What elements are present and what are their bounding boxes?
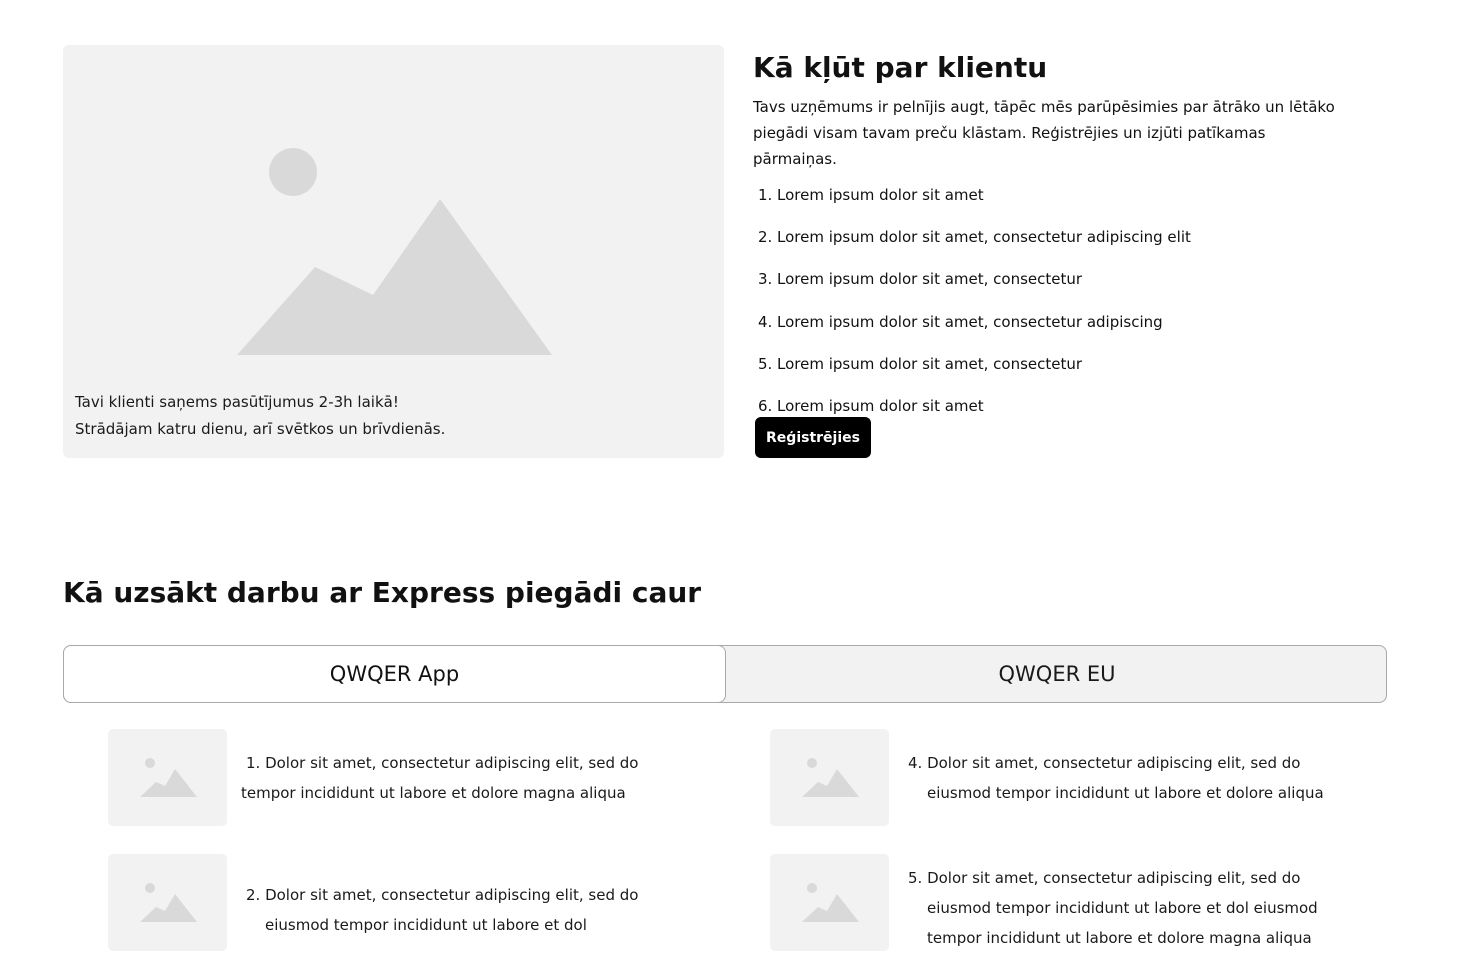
- step-thumbnail-image-icon: [770, 729, 889, 826]
- image-placeholder-icon: [140, 758, 197, 797]
- step-thumbnail-image-icon: [108, 729, 227, 826]
- hero-image-card: Tavi klienti saņems pasūtījumus 2-3h lai…: [63, 45, 724, 458]
- image-placeholder-icon: [802, 883, 859, 922]
- client-steps-list: 1. Lorem ipsum dolor sit amet 2. Lorem ips…: [753, 184, 1393, 437]
- image-placeholder-icon: [140, 883, 197, 922]
- become-client-title: Kā kļūt par klientu: [753, 51, 1048, 84]
- step-text: Lorem ipsum dolor sit amet: [777, 396, 984, 415]
- step-text: Lorem ipsum dolor sit amet: [777, 186, 984, 204]
- become-client-description: Tavs uzņēmums ir pelnījis augt, tāpēc mē…: [753, 98, 1335, 168]
- step-number: 6.: [758, 396, 773, 415]
- list-item: 1. Lorem ipsum dolor sit amet: [753, 184, 1393, 226]
- step-text: Lorem ipsum dolor sit amet, consectetur …: [777, 312, 1163, 331]
- tab-qwqer-eu[interactable]: QWQER EU: [726, 645, 1388, 703]
- tab-qwqer-app[interactable]: QWQER App: [63, 645, 726, 703]
- step-text: Lorem ipsum dolor sit amet, consectetur: [777, 270, 1083, 289]
- register-button[interactable]: Reģistrējies: [755, 417, 871, 458]
- step-number: 5.: [758, 354, 773, 373]
- platform-tabs: QWQER App QWQER EU: [63, 645, 1387, 703]
- step-thumbnail-image-icon: [770, 854, 889, 951]
- list-item: 3. Lorem ipsum dolor sit amet, consectetu…: [753, 268, 1393, 310]
- step-line: 4. Dolor sit amet, consectetur adipiscin…: [908, 754, 1301, 772]
- image-placeholder-icon: [802, 758, 859, 797]
- step-line: 5. Dolor sit amet, consectetur adipiscin…: [908, 869, 1301, 887]
- step-item: 5. Dolor sit amet, consectetur adipiscin…: [908, 863, 1318, 953]
- step-number: 3.: [758, 270, 773, 289]
- step-item: 2. Dolor sit amet, consectetur adipiscin…: [246, 880, 638, 940]
- step-text: Lorem ipsum dolor sit amet, consectetur: [777, 354, 1083, 373]
- step-line: tempor incididunt ut labore et dolore ma…: [241, 784, 626, 802]
- step-line: 2. Dolor sit amet, consectetur adipiscin…: [246, 886, 639, 904]
- step-item: 4. Dolor sit amet, consectetur adipiscin…: [908, 748, 1324, 808]
- hero-caption: Tavi klienti saņems pasūtījumus 2-3h lai…: [75, 389, 445, 443]
- step-number: 2.: [758, 228, 773, 247]
- step-number: 1.: [758, 186, 773, 204]
- step-item: 1. Dolor sit amet, consectetur adipiscin…: [241, 748, 638, 808]
- hero-caption-line-2: Strādājam katru dienu, arī svētkos un br…: [75, 420, 446, 438]
- list-item: 2. Lorem ipsum dolor sit amet, consectetu…: [753, 226, 1393, 268]
- step-line: eiusmod tempor incididunt ut labore et d…: [927, 784, 1324, 802]
- step-thumbnail-image-icon: [108, 854, 227, 951]
- step-number: 4.: [758, 312, 773, 331]
- become-client-section: Kā kļūt par klientu Tavs uzņēmums ir pel…: [753, 45, 1393, 437]
- list-item: 4. Lorem ipsum dolor sit amet, consectetu…: [753, 311, 1393, 353]
- hero-caption-line-1: Tavi klienti saņems pasūtījumus 2-3h lai…: [75, 393, 399, 411]
- step-line: 1. Dolor sit amet, consectetur adipiscin…: [246, 754, 639, 772]
- list-item: 5. Lorem ipsum dolor sit amet, consectetu…: [753, 353, 1393, 395]
- step-line: eiusmod tempor incididunt ut labore et d…: [265, 916, 587, 934]
- step-line: eiusmod tempor incididunt ut labore et d…: [927, 899, 1318, 917]
- step-text: Lorem ipsum dolor sit amet, consectetur …: [777, 228, 1191, 247]
- getting-started-title: Kā uzsākt darbu ar Express piegādi caur: [63, 576, 702, 609]
